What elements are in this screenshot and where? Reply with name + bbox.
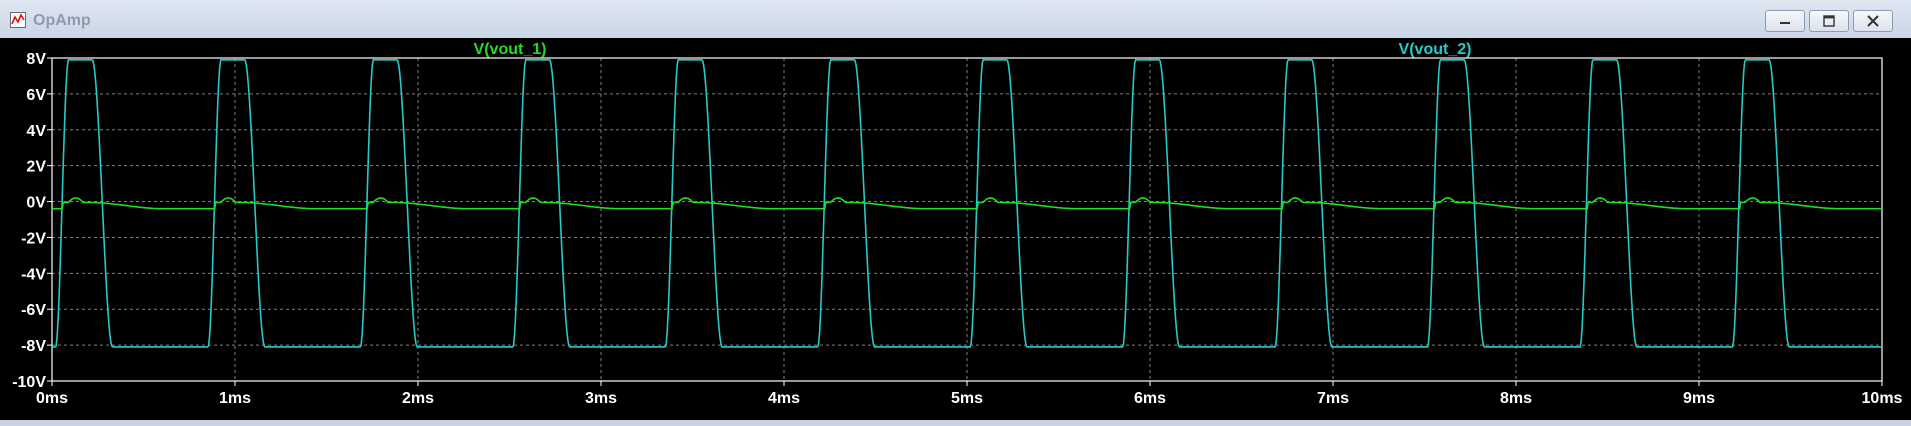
waveform-window: OpAmp 0ms 1ms 2ms 3ms 4ms 5ms 6ms 7ms 8ms 9ms 10ms…	[0, 0, 1911, 426]
x-tick-label: 3ms	[585, 390, 617, 407]
y-tick-label: -6V	[21, 302, 46, 319]
y-tick-label: -2V	[21, 230, 46, 247]
bottom-border	[0, 420, 1911, 426]
maximize-button[interactable]	[1809, 10, 1849, 32]
close-button[interactable]	[1853, 10, 1893, 32]
waveform-app-icon	[10, 12, 26, 28]
y-tick-label: -4V	[21, 266, 46, 283]
x-tick-label: 4ms	[768, 390, 800, 407]
maximize-icon	[1823, 15, 1835, 27]
x-tick-label: 5ms	[951, 390, 983, 407]
x-tick-label: 7ms	[1317, 390, 1349, 407]
x-tick-label: 10ms	[1862, 390, 1903, 407]
x-tick-label: 1ms	[219, 390, 251, 407]
x-tick-label: 2ms	[402, 390, 434, 407]
y-tick-label: -10V	[12, 374, 46, 391]
close-icon	[1867, 15, 1879, 27]
y-tick-label: 6V	[26, 87, 46, 104]
y-tick-label: 8V	[26, 51, 46, 68]
series-label-vout2: V(vout_2)	[1399, 41, 1472, 58]
minimize-button[interactable]	[1765, 10, 1805, 32]
plot-pane[interactable]: 0ms 1ms 2ms 3ms 4ms 5ms 6ms 7ms 8ms 9ms 10ms 8V 6V 4V…	[0, 38, 1911, 420]
waveform-chart[interactable]: 0ms 1ms 2ms 3ms 4ms 5ms 6ms 7ms 8ms 9ms 10ms 8V 6V 4V…	[0, 38, 1911, 420]
y-tick-label: 2V	[26, 159, 46, 176]
x-tick-label: 6ms	[1134, 390, 1166, 407]
y-tick-label: 0V	[26, 195, 46, 212]
x-tick-label: 8ms	[1500, 390, 1532, 407]
minimize-icon	[1780, 22, 1790, 24]
y-tick-label: -8V	[21, 338, 46, 355]
x-tick-label: 0ms	[36, 390, 68, 407]
y-tick-label: 4V	[26, 123, 46, 140]
series-label-vout1: V(vout_1)	[474, 41, 547, 58]
window-title: OpAmp	[33, 12, 91, 29]
title-bar[interactable]: OpAmp	[0, 0, 1911, 39]
x-tick-label: 9ms	[1683, 390, 1715, 407]
